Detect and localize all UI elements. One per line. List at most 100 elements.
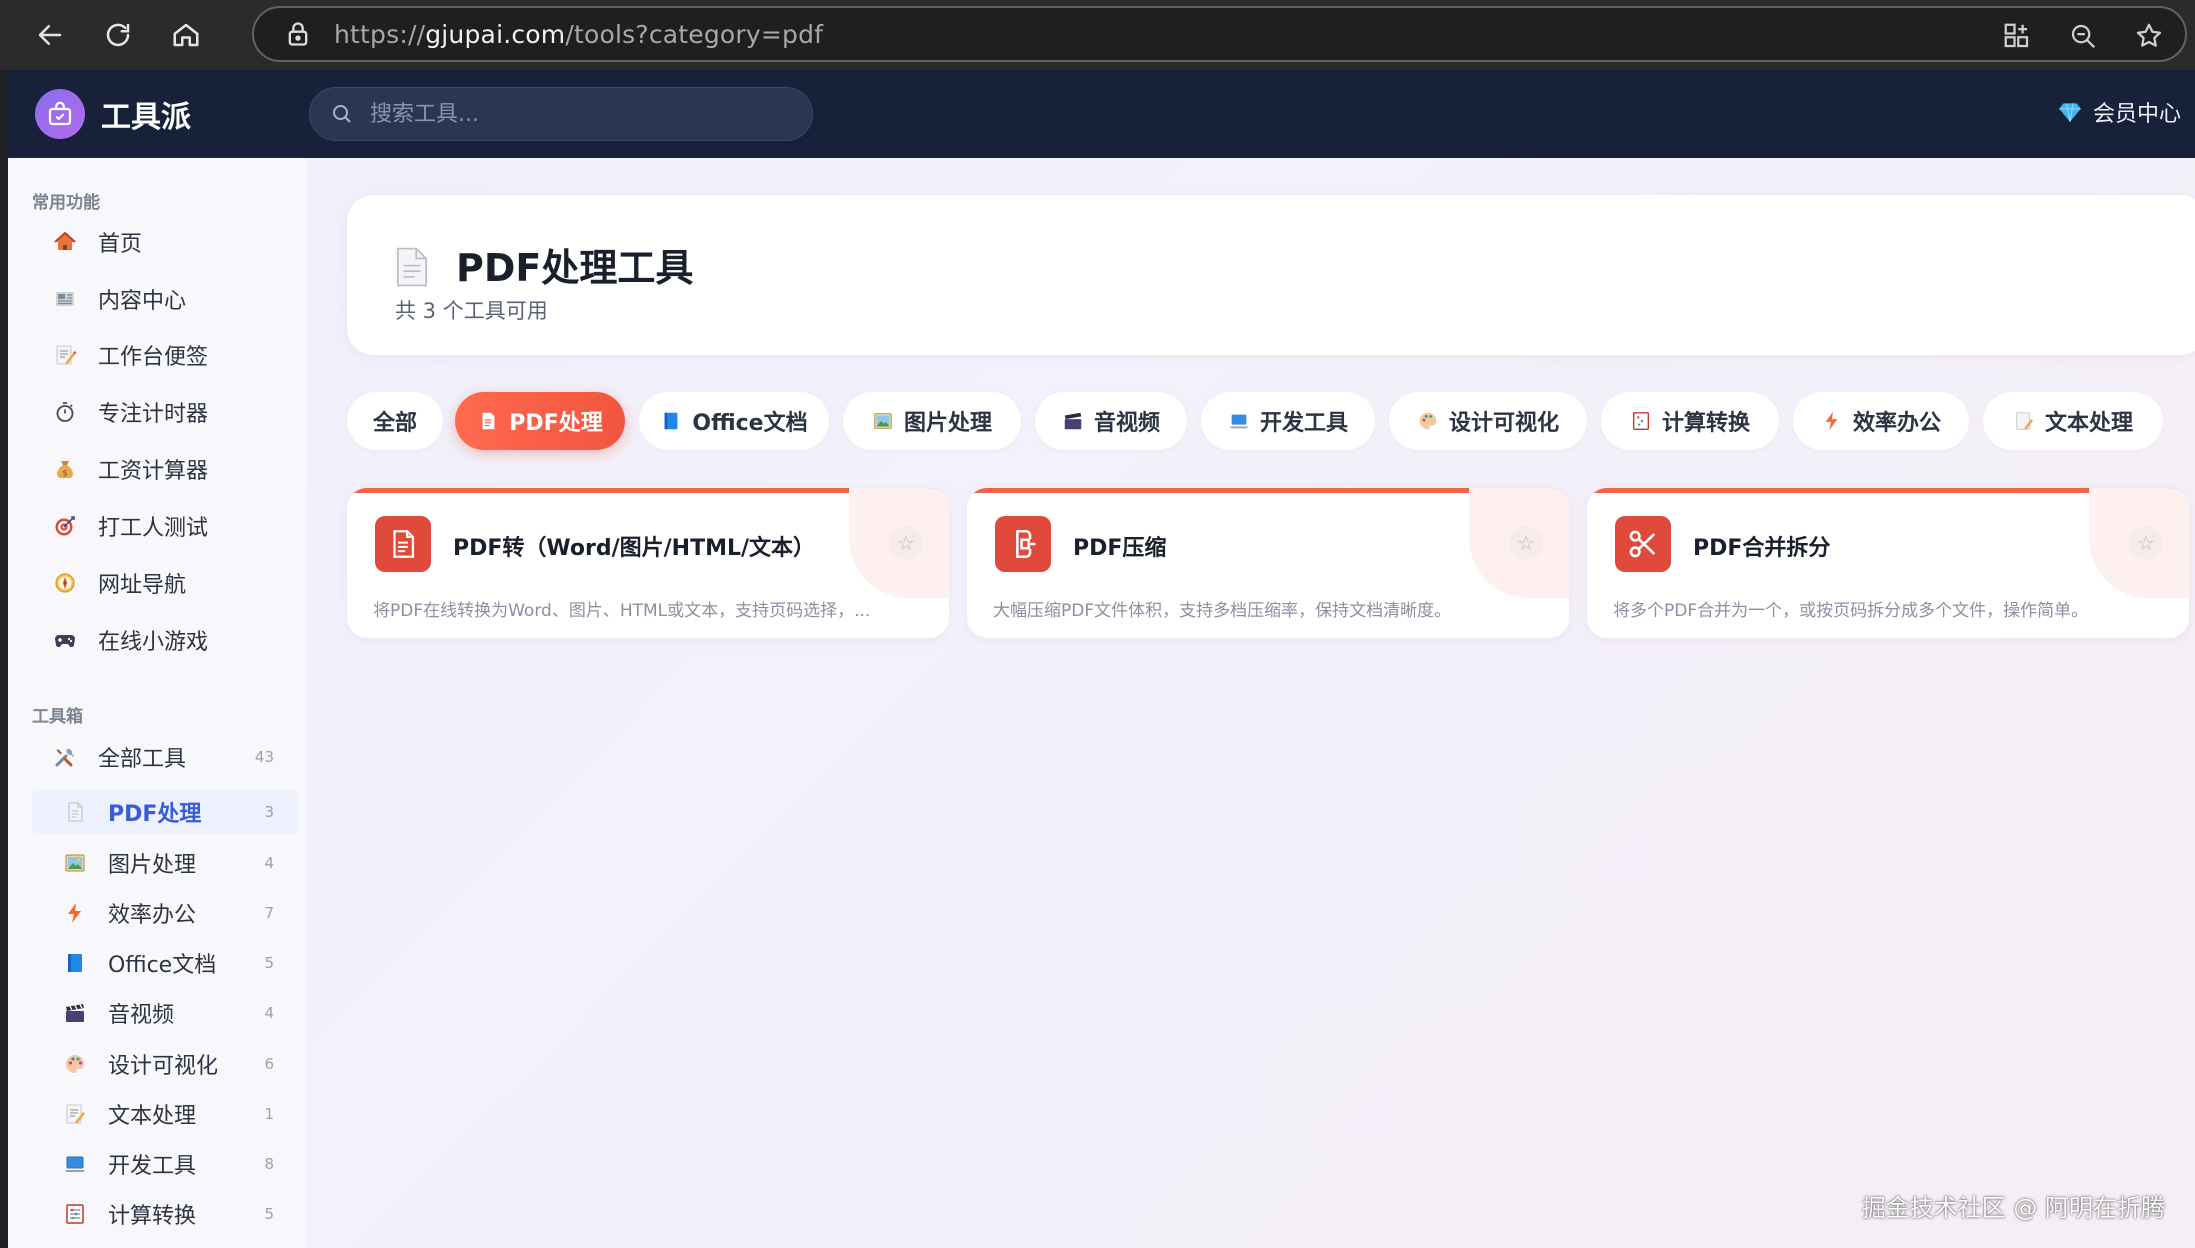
address-bar[interactable]: https://gjupai.com/tools?category=pdf: [252, 6, 2187, 62]
page-title: PDF处理工具: [456, 246, 694, 290]
url-text: https://gjupai.com/tools?category=pdf: [334, 19, 824, 49]
page-header-card: PDF处理工具 共 3 个工具可用: [347, 195, 2195, 355]
memo-icon: [52, 342, 78, 368]
tool-description: 将PDF在线转换为Word、图片、HTML或文本，支持页码选择，...: [373, 601, 871, 621]
favorite-button[interactable]: [2131, 18, 2167, 54]
search-input[interactable]: [370, 101, 790, 127]
sidebar-item-text[interactable]: 文本处理 1: [32, 1092, 298, 1136]
page-icon: [477, 410, 499, 432]
search-box[interactable]: [309, 87, 813, 141]
document-icon: [375, 516, 431, 572]
grid-plus-icon: [2004, 23, 2029, 48]
favorite-star-icon[interactable]: ☆: [889, 526, 923, 560]
filter-all[interactable]: 全部: [347, 392, 443, 450]
sidebar-item-audio-video[interactable]: 音视频 4: [32, 991, 298, 1035]
sidebar-item-efficiency[interactable]: 效率办公 7: [32, 891, 298, 935]
tool-card-pdf-convert[interactable]: PDF转（Word/图片/HTML/文本） ☆ 将PDF在线转换为Word、图片…: [347, 488, 949, 638]
scissors-icon: [1615, 516, 1671, 572]
laptop-icon: [62, 1151, 88, 1177]
filter-dev-tools[interactable]: 开发工具: [1201, 392, 1375, 450]
filter-design[interactable]: 设计可视化: [1389, 392, 1587, 450]
svg-text:$: $: [62, 469, 67, 478]
tool-title: PDF压缩: [1073, 536, 1167, 561]
back-button[interactable]: [28, 13, 72, 57]
sidebar-item-mini-games[interactable]: 在线小游戏: [32, 618, 298, 662]
clapper-icon: [1062, 410, 1084, 432]
watermark-text: 掘金技术社区 @ 阿明在折腾: [1861, 1194, 2165, 1222]
logo-icon[interactable]: [35, 89, 85, 139]
memo-icon: [62, 1101, 88, 1127]
favorite-star-icon[interactable]: ☆: [1509, 526, 1543, 560]
favorite-star-icon[interactable]: ☆: [2129, 526, 2163, 560]
picture-icon: [872, 410, 894, 432]
sidebar: 常用功能 首页 内容中心 工作台便签 专注计时器 $ 工资计算器 打工人测试 网…: [8, 158, 308, 1248]
newspaper-icon: [52, 286, 78, 312]
tools-icon: [52, 744, 78, 770]
money-bag-icon: $: [52, 456, 78, 482]
laptop-icon: [1228, 410, 1250, 432]
sidebar-item-home[interactable]: 首页: [32, 220, 298, 264]
tool-title: PDF转（Word/图片/HTML/文本）: [453, 536, 816, 561]
page-icon: [62, 799, 88, 825]
tool-card-pdf-compress[interactable]: PDF压缩 ☆ 大幅压缩PDF文件体积，支持多档压缩率，保持文档清晰度。: [967, 488, 1569, 638]
lightning-icon: [1821, 410, 1843, 432]
app-name[interactable]: 工具派: [101, 92, 191, 136]
member-center-label: 会员中心: [2092, 102, 2181, 127]
arrow-left-icon: [38, 25, 62, 45]
sidebar-item-worker-test[interactable]: 打工人测试: [32, 504, 298, 548]
search-icon: [333, 105, 351, 123]
filter-text[interactable]: 文本处理: [1983, 392, 2163, 450]
page-subtitle: 共 3 个工具可用: [395, 299, 548, 323]
app-root: 工具派 会员中心 常用功能 首页 内容中心 工作台便签 专注计时器: [8, 70, 2195, 1248]
memo-icon: [2013, 410, 2035, 432]
tool-card-pdf-merge-split[interactable]: PDF合并拆分 ☆ 将多个PDF合并为一个，或按页码拆分成多个文件，操作简单。: [1587, 488, 2189, 638]
sidebar-item-content-center[interactable]: 内容中心: [32, 277, 298, 321]
sidebar-item-workbench-notes[interactable]: 工作台便签: [32, 333, 298, 377]
sidebar-item-pdf[interactable]: PDF处理 3: [32, 790, 298, 834]
home-button[interactable]: [164, 13, 208, 57]
sidebar-item-image[interactable]: 图片处理 4: [32, 841, 298, 885]
member-center-link[interactable]: 会员中心: [2057, 96, 2181, 128]
section-title-common: 常用功能: [32, 193, 100, 213]
tool-title: PDF合并拆分: [1693, 536, 1831, 561]
sidebar-item-salary-calculator[interactable]: $ 工资计算器: [32, 447, 298, 491]
filter-audio-video[interactable]: 音视频: [1035, 392, 1187, 450]
reload-button[interactable]: [96, 13, 140, 57]
star-outline-icon: [2136, 23, 2162, 47]
home-icon: [173, 23, 199, 47]
palette-icon: [1417, 410, 1439, 432]
sidebar-item-url-navigation[interactable]: 网址导航: [32, 561, 298, 605]
blue-book-icon: [660, 410, 682, 432]
sidebar-item-calc-convert[interactable]: 计算转换 5: [32, 1192, 298, 1236]
lightning-icon: [62, 900, 88, 926]
filter-image[interactable]: 图片处理: [843, 392, 1021, 450]
browser-toolbar: https://gjupai.com/tools?category=pdf: [0, 0, 2195, 70]
sidebar-item-all-tools[interactable]: 全部工具 43: [32, 735, 298, 779]
zoom-button[interactable]: [2065, 18, 2101, 54]
abacus-icon: [1630, 410, 1652, 432]
tool-description: 将多个PDF合并为一个，或按页码拆分成多个文件，操作简单。: [1613, 601, 2089, 621]
gem-icon: [2059, 103, 2081, 122]
compass-icon: [52, 570, 78, 596]
clapper-icon: [62, 1000, 88, 1026]
top-navbar: 工具派 会员中心: [8, 70, 2195, 158]
tool-description: 大幅压缩PDF文件体积，支持多档压缩率，保持文档清晰度。: [993, 601, 1452, 621]
target-icon: [52, 513, 78, 539]
filter-efficiency[interactable]: 效率办公: [1793, 392, 1969, 450]
lock-icon: [288, 22, 308, 46]
zoom-out-icon: [2071, 24, 2096, 49]
clamp-icon: [995, 516, 1051, 572]
filter-pdf[interactable]: PDF处理: [455, 392, 625, 450]
sidebar-item-design[interactable]: 设计可视化 6: [32, 1042, 298, 1086]
extensions-button[interactable]: [1999, 18, 2035, 54]
filter-calc-convert[interactable]: 计算转换: [1601, 392, 1779, 450]
palette-icon: [62, 1051, 88, 1077]
section-title-toolbox: 工具箱: [32, 707, 83, 727]
stopwatch-icon: [52, 399, 78, 425]
sidebar-item-office[interactable]: Office文档 5: [32, 941, 298, 985]
page-icon: [396, 247, 428, 287]
filter-office[interactable]: Office文档: [639, 392, 829, 450]
house-icon: [52, 229, 78, 255]
sidebar-item-dev-tools[interactable]: 开发工具 8: [32, 1142, 298, 1186]
sidebar-item-focus-timer[interactable]: 专注计时器: [32, 390, 298, 434]
